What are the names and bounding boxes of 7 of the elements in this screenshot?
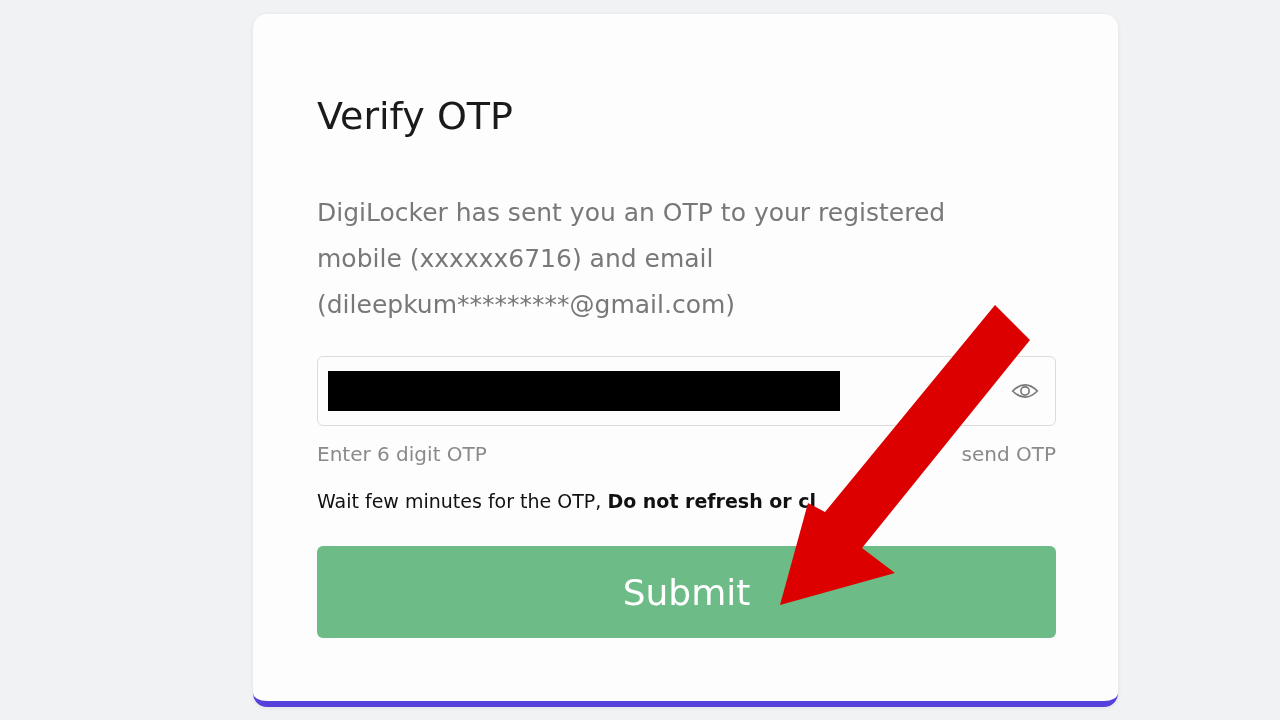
eye-icon[interactable] — [1011, 381, 1039, 401]
hint-text: Enter 6 digit OTP — [317, 442, 487, 466]
resend-link[interactable]: send OTP — [961, 442, 1056, 466]
submit-button[interactable]: Submit — [317, 546, 1056, 638]
otp-input-field[interactable] — [317, 356, 1056, 426]
otp-message: DigiLocker has sent you an OTP to your registered mobile (xxxxxx6716) and email (dileepkum*********@gmail.com) — [317, 197, 947, 321]
page-title: Verify OTP — [317, 94, 514, 138]
